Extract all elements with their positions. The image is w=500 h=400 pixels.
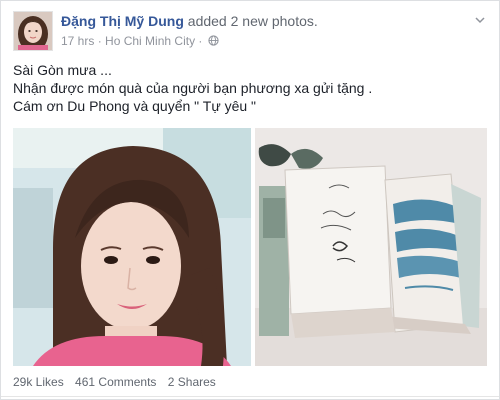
post-text: Sài Gòn mưa ... Nhận được món quà của ng… — [13, 61, 483, 115]
post-text-line: Nhận được món quà của người bạn phương x… — [13, 80, 373, 96]
post-stats: 29k Likes 461 Comments 2 Shares — [13, 375, 224, 389]
post-location[interactable]: Ho Chi Minh City — [105, 34, 195, 48]
post-text-line: Cám ơn Du Phong và quyển " Tự yêu " — [13, 98, 257, 114]
meta-separator: · — [198, 33, 203, 48]
meta-separator: · — [97, 33, 102, 48]
post-text-line: Sài Gòn mưa ... — [13, 62, 112, 78]
post-meta: 17 hrs · Ho Chi Minh City · — [61, 33, 219, 48]
divider — [1, 396, 499, 397]
post-title-line: Đặng Thị Mỹ Dung added 2 new photos. — [61, 13, 318, 29]
post-timestamp[interactable]: 17 hrs — [61, 34, 94, 48]
globe-icon[interactable] — [208, 35, 219, 46]
post-card: Đặng Thị Mỹ Dung added 2 new photos. 17 … — [0, 0, 500, 400]
post-action: added 2 new photos. — [187, 13, 318, 29]
chevron-down-icon[interactable] — [475, 15, 485, 25]
books-photo-image — [255, 128, 487, 366]
avatar-image — [14, 12, 52, 50]
selfie-photo-image — [13, 128, 251, 366]
likes-count[interactable]: 29k Likes — [13, 375, 64, 389]
avatar[interactable] — [13, 11, 53, 51]
comments-count[interactable]: 461 Comments — [75, 375, 156, 389]
shares-count[interactable]: 2 Shares — [168, 375, 216, 389]
selfie-photo[interactable] — [13, 128, 251, 366]
books-photo[interactable] — [255, 128, 487, 366]
author-name[interactable]: Đặng Thị Mỹ Dung — [61, 13, 184, 29]
